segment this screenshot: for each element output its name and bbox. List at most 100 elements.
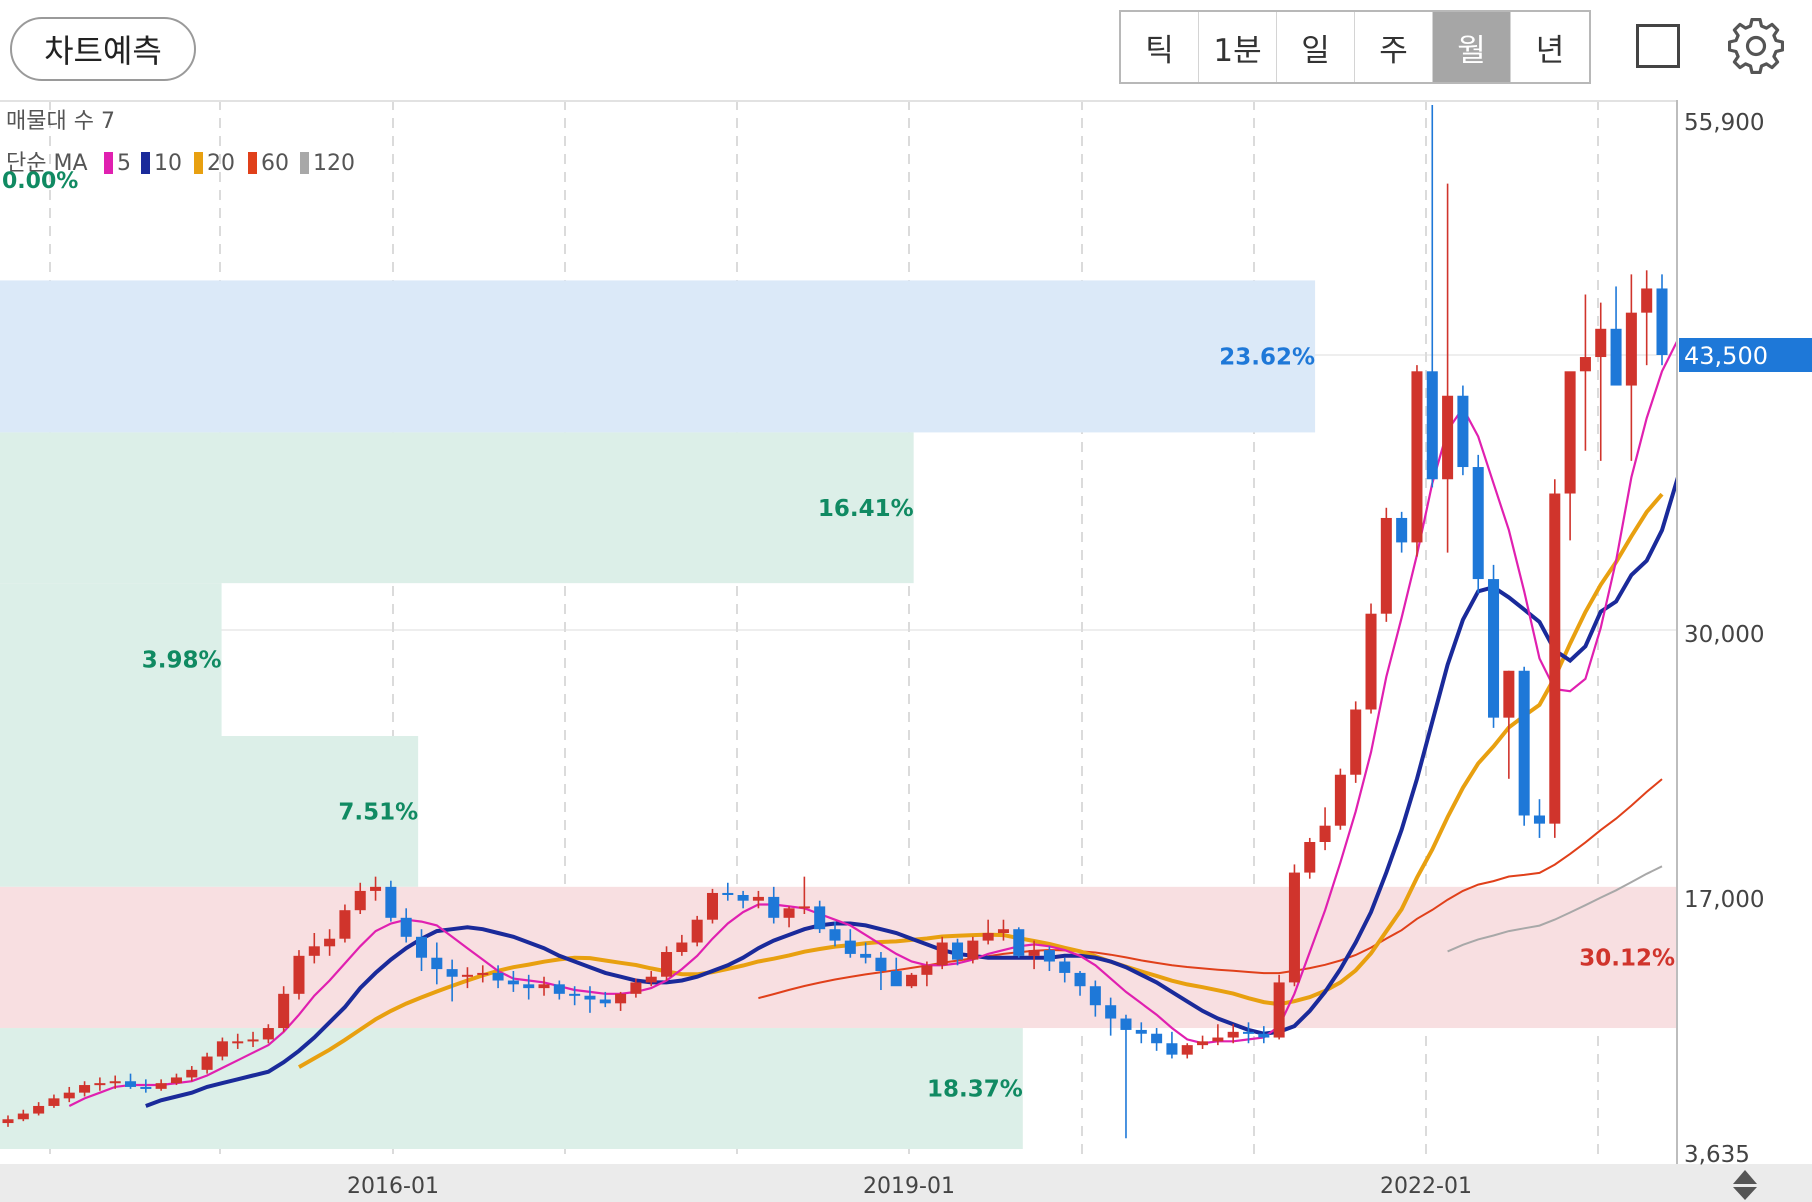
period-tab-5[interactable]: 년 [1511, 12, 1589, 82]
candle-body-11 [170, 1077, 182, 1084]
candle-body-54 [829, 929, 841, 941]
candle-body-36 [553, 984, 565, 994]
candle-body-18 [278, 993, 290, 1029]
candle-body-59 [906, 974, 918, 987]
candle-body-3 [48, 1098, 60, 1106]
candle-body-35 [538, 984, 550, 989]
candle-body-19 [293, 955, 305, 994]
candle-body-30 [461, 974, 473, 977]
candle-body-25 [385, 886, 397, 918]
candle-body-97 [1488, 579, 1500, 718]
chart-legend: 매물대 수 7단순 MA 5 10 20 60 1200.00% [2, 109, 355, 194]
chart-area[interactable]: 23.62% 16.41% 3.98% 7.51% 30.12% 18.37% 55,90… [0, 100, 1812, 1202]
ma120-legend-label: 120 [313, 151, 355, 176]
candle-body-95 [1457, 395, 1469, 468]
candle-body-70 [1074, 972, 1086, 987]
y-tick-label-3: 3,635 [1684, 1142, 1750, 1168]
ma5-swatch [104, 152, 113, 174]
candle-body-1 [17, 1113, 29, 1120]
candle-body-0 [2, 1119, 14, 1124]
candle-body-22 [339, 910, 351, 939]
period-tab-3[interactable]: 주 [1355, 12, 1433, 82]
volume-profile-label-0: 23.62% [1219, 344, 1315, 370]
candle-body-16 [247, 1039, 259, 1042]
candle-body-94 [1442, 395, 1454, 480]
candle-body-96 [1472, 467, 1484, 580]
candle-body-76 [1166, 1043, 1178, 1055]
period-tab-0[interactable]: 틱 [1121, 12, 1199, 82]
candle-body-101 [1549, 493, 1561, 824]
candle-body-63 [967, 940, 979, 960]
candle-body-68 [1043, 950, 1055, 962]
x-tick-label-2: 2022-01 [1380, 1174, 1472, 1199]
candle-body-46 [706, 892, 718, 920]
ma60-swatch [248, 152, 257, 174]
volume-profile-bar-5 [0, 1028, 1023, 1149]
candle-body-87 [1334, 774, 1346, 826]
candle-body-9 [140, 1086, 152, 1089]
candle-body-48 [737, 895, 749, 901]
candle-body-21 [324, 938, 336, 947]
candle-body-99 [1518, 670, 1530, 816]
candle-body-102 [1564, 371, 1576, 494]
candle-body-43 [661, 952, 673, 977]
candle-body-53 [814, 906, 826, 930]
volume-profile-bar-1 [0, 432, 914, 584]
volume-profile-bar-4 [0, 886, 1677, 1029]
ma20-swatch [194, 152, 203, 174]
candle-body-32 [492, 972, 504, 981]
y-tick-label-0: 55,900 [1684, 110, 1764, 136]
y-tick-label-1: 30,000 [1684, 622, 1764, 648]
y-tick-label-2: 17,000 [1684, 887, 1764, 913]
x-tick-label-0: 2016-01 [347, 1174, 439, 1199]
candle-body-64 [982, 933, 994, 941]
x-tick-label-1: 2019-01 [863, 1174, 955, 1199]
period-tab-4[interactable]: 월 [1433, 12, 1511, 82]
candle-body-74 [1135, 1029, 1147, 1034]
candle-body-57 [875, 957, 887, 972]
candle-body-103 [1579, 357, 1591, 372]
candle-body-4 [63, 1092, 75, 1099]
volume-profile-label-5: 18.37% [927, 1077, 1023, 1103]
candle-body-6 [94, 1083, 106, 1086]
candle-body-79 [1212, 1037, 1224, 1042]
candle-body-49 [752, 896, 764, 901]
candle-body-23 [354, 890, 366, 911]
candle-body-107 [1641, 288, 1653, 313]
ma120-swatch [300, 152, 309, 174]
volume-profile-legend: 매물대 수 7 [6, 109, 115, 134]
candle-body-55 [844, 940, 856, 954]
candle-body-28 [431, 957, 443, 970]
candle-body-72 [1105, 1005, 1117, 1019]
candle-body-31 [477, 972, 489, 975]
gear-icon[interactable] [1728, 18, 1784, 74]
candle-body-84 [1288, 872, 1300, 983]
candle-body-92 [1411, 371, 1423, 543]
candle-body-60 [921, 965, 933, 975]
period-tab-1[interactable]: 1분 [1199, 12, 1277, 82]
candle-body-45 [691, 919, 703, 943]
candle-body-108 [1656, 288, 1668, 355]
top-percent-label: 0.00% [2, 169, 78, 194]
ma10-legend-label: 10 [154, 151, 182, 176]
candle-body-2 [33, 1105, 45, 1114]
candle-body-41 [630, 982, 642, 994]
candle-body-47 [722, 892, 734, 895]
candle-body-40 [615, 993, 627, 1004]
chart-predict-button[interactable]: 차트예측 [10, 17, 196, 81]
candle-body-98 [1503, 670, 1515, 718]
candle-body-66 [1013, 929, 1025, 956]
candle-body-61 [936, 942, 948, 966]
square-icon[interactable] [1636, 24, 1680, 68]
candle-body-86 [1319, 825, 1331, 842]
candle-body-37 [569, 993, 581, 996]
candle-body-81 [1242, 1031, 1255, 1034]
candle-body-42 [645, 976, 657, 983]
candle-body-7 [109, 1081, 121, 1084]
chart-toolbar: 차트예측 틱 1분 일 주 월 년 [0, 0, 1812, 100]
candle-body-33 [507, 980, 519, 985]
candle-body-38 [584, 995, 596, 1000]
period-tab-2[interactable]: 일 [1277, 12, 1355, 82]
ma10-swatch [141, 152, 150, 174]
volume-profile-label-3: 7.51% [338, 799, 418, 825]
